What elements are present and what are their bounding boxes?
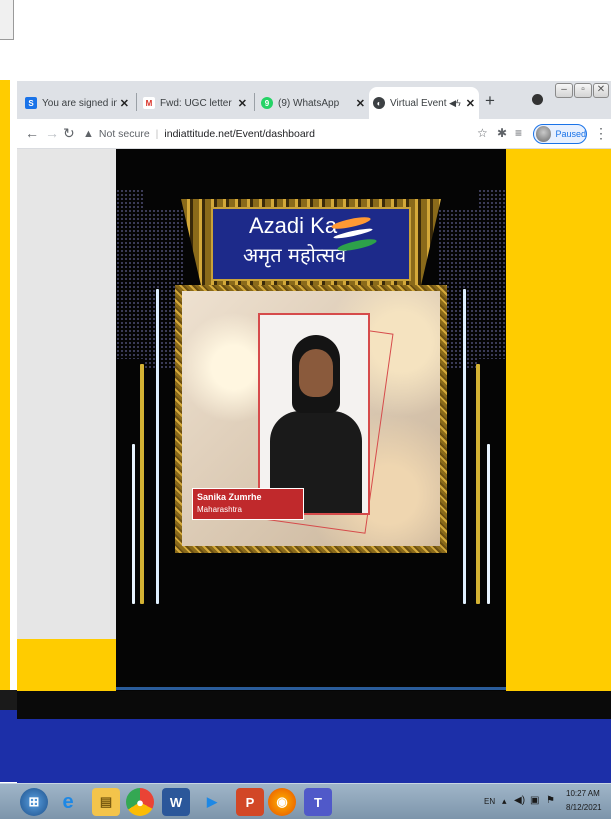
footer-black-band xyxy=(17,691,611,719)
firefox-icon[interactable]: ◉ xyxy=(268,788,296,816)
light-bar xyxy=(487,444,490,604)
close-tab-icon[interactable]: ✕ xyxy=(356,97,365,110)
close-tab-icon[interactable]: ✕ xyxy=(120,97,129,110)
profile-indicator-icon[interactable] xyxy=(532,94,543,105)
background-dark-strip xyxy=(0,690,17,710)
tab-label: You are signed in as coe xyxy=(42,97,117,109)
light-bar xyxy=(132,444,135,604)
browser-toolbar: ← → ↻ ▲ Not secure | indiattitude.net/Ev… xyxy=(17,119,611,149)
network-icon[interactable]: ▣ xyxy=(530,795,539,806)
profile-status: Paused xyxy=(555,129,586,139)
reload-icon[interactable]: ↻ xyxy=(63,125,75,142)
tab-gmail[interactable]: M Fwd: UGC letter regarding ✕ xyxy=(139,87,251,119)
speaker-photo xyxy=(258,313,370,515)
clock-date[interactable]: 8/12/2021 xyxy=(566,803,602,812)
teams-icon[interactable]: T xyxy=(304,788,332,816)
background-yellow-strip xyxy=(0,80,10,690)
globe-icon: ◐ xyxy=(373,97,385,109)
word-icon[interactable]: W xyxy=(162,788,190,816)
chrome-icon[interactable]: ● xyxy=(126,788,154,816)
footer-blue-band xyxy=(17,719,611,783)
background-blue-strip xyxy=(0,710,17,782)
stage-lights-decoration xyxy=(116,189,144,359)
address-divider: | xyxy=(155,128,159,140)
security-status[interactable]: Not secure xyxy=(99,128,150,140)
more-menu-icon[interactable]: ⋮ xyxy=(594,125,608,142)
tab-favicon-icon: S xyxy=(25,97,37,109)
media-queue-icon[interactable]: ≡ xyxy=(515,126,522,140)
profile-button[interactable]: Paused xyxy=(533,124,587,144)
azadi-ka-amrit-mahotsav-logo: Azadi Ka अमृत महोत्सव xyxy=(181,199,441,289)
light-bar xyxy=(140,364,144,604)
speaker-name: Sanika Zumrhe xyxy=(197,492,262,502)
speaker-nameplate: Sanika Zumrhe Maharashtra xyxy=(192,488,304,520)
tab-separator xyxy=(254,93,255,111)
clock-time[interactable]: 10:27 AM xyxy=(566,789,600,798)
tab-virtual-event[interactable]: ◐ Virtual Event Landing ◀ϟ ✕ xyxy=(369,87,479,119)
left-yellow-panel xyxy=(17,639,116,691)
speaker-video-frame: Sanika Zumrhe Maharashtra xyxy=(175,285,447,553)
action-center-flag-icon[interactable]: ⚑ xyxy=(546,795,555,806)
avatar xyxy=(536,126,552,142)
speaker-video[interactable]: Sanika Zumrhe Maharashtra xyxy=(182,291,440,546)
close-tab-icon[interactable]: ✕ xyxy=(466,97,475,110)
file-explorer-icon[interactable]: ▤ xyxy=(92,788,120,816)
forward-arrow-icon[interactable]: → xyxy=(45,125,59,141)
page-content: Azadi Ka अमृत महोत्सव Sanika Zumrhe Maha… xyxy=(17,149,611,783)
whatsapp-icon: 9 xyxy=(261,97,273,109)
event-stage: Azadi Ka अमृत महोत्सव Sanika Zumrhe Maha… xyxy=(116,149,506,691)
back-arrow-icon[interactable]: ← xyxy=(25,125,39,141)
tab-whatsapp[interactable]: 9 (9) WhatsApp ✕ xyxy=(257,87,369,119)
extensions-puzzle-icon[interactable]: ✱ xyxy=(497,126,507,140)
banner-title: Azadi Ka xyxy=(249,213,338,238)
maximize-window-button[interactable]: ▫ xyxy=(574,83,592,98)
internet-explorer-icon[interactable]: e xyxy=(54,788,82,816)
background-window-edge xyxy=(0,0,14,40)
tray-arrow-icon[interactable]: ▴ xyxy=(502,796,507,807)
warning-icon[interactable]: ▲ xyxy=(83,128,94,140)
stage-floor-line xyxy=(116,687,506,690)
tab-separator xyxy=(136,93,137,111)
tab-label: (9) WhatsApp xyxy=(278,97,340,109)
address-bar[interactable]: ▲ Not secure | indiattitude.net/Event/da… xyxy=(83,123,483,145)
banner-subtitle: अमृत महोत्सव xyxy=(243,243,347,267)
media-player-icon[interactable]: ▶ xyxy=(198,788,226,816)
gmail-icon: M xyxy=(143,97,155,109)
bookmark-star-icon[interactable]: ☆ xyxy=(477,126,488,140)
tab-strip: S You are signed in as coe ✕ M Fwd: UGC … xyxy=(17,81,611,119)
speaker-state: Maharashtra xyxy=(197,505,242,514)
left-gray-panel xyxy=(17,149,116,639)
powerpoint-icon[interactable]: P xyxy=(236,788,264,816)
light-bar xyxy=(476,364,480,604)
browser-window: S You are signed in as coe ✕ M Fwd: UGC … xyxy=(17,81,611,783)
language-indicator[interactable]: EN xyxy=(484,797,495,806)
speaker-face xyxy=(299,349,333,397)
light-bar xyxy=(156,289,159,604)
audio-playing-icon[interactable]: ◀ϟ xyxy=(449,98,461,109)
stage-lights-decoration xyxy=(478,189,506,359)
tab-label: Fwd: UGC letter regarding xyxy=(160,97,235,109)
volume-icon[interactable]: ◀) xyxy=(514,795,525,806)
tab-label: Virtual Event Landing xyxy=(390,97,449,109)
minimize-window-button[interactable]: – xyxy=(555,83,573,98)
tab-signed-in[interactable]: S You are signed in as coe ✕ xyxy=(21,87,133,119)
right-yellow-panel xyxy=(506,149,611,691)
url-text[interactable]: indiattitude.net/Event/dashboard xyxy=(164,128,315,140)
close-tab-icon[interactable]: ✕ xyxy=(238,97,247,110)
taskbar: ⊞ e ▤ ● W ▶ P ◉ T EN ▴ ◀) ▣ ⚑ 10:27 AM 8… xyxy=(0,783,611,819)
light-bar xyxy=(463,289,466,604)
start-button[interactable]: ⊞ xyxy=(20,788,48,816)
new-tab-button[interactable]: + xyxy=(485,91,495,111)
close-window-button[interactable]: ✕ xyxy=(593,83,609,98)
